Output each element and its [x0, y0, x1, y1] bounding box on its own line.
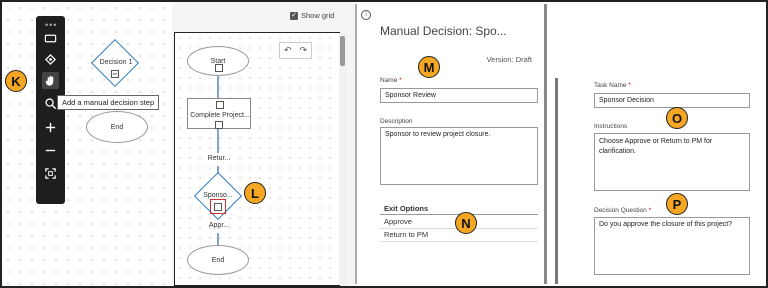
- name-label: Name *: [380, 77, 402, 84]
- end-node-label: End: [211, 256, 225, 264]
- required-marker: *: [399, 77, 402, 84]
- required-marker: *: [628, 82, 631, 89]
- minus-icon[interactable]: [42, 142, 59, 159]
- decision-question-label-text: Decision Question: [594, 207, 647, 214]
- fit-icon[interactable]: [42, 165, 59, 182]
- exit-option-approve[interactable]: Approve: [384, 217, 412, 226]
- callout-p: P: [666, 193, 688, 215]
- name-input[interactable]: Sponsor Review: [380, 88, 538, 103]
- panel-divider: [544, 4, 547, 284]
- panel-title: Manual Decision: Spo...: [380, 24, 507, 38]
- vertical-scrollbar[interactable]: [339, 33, 347, 285]
- plus-icon[interactable]: [42, 119, 59, 136]
- designer-canvas-right: ✓ Show grid ↶ ↷ Start Complete Project..…: [172, 2, 356, 286]
- user-task-icon: [216, 101, 224, 109]
- task-marker-icon: [215, 121, 223, 129]
- instructions-label: Instructions: [594, 123, 628, 130]
- description-textarea[interactable]: Sponsor to review project closure.: [380, 127, 538, 185]
- rectangle-icon[interactable]: [42, 30, 59, 47]
- info-icon[interactable]: i: [361, 10, 371, 20]
- task-details-panel: Task Name * Sponsor Decision Instruction…: [553, 2, 766, 286]
- palette-toolbar: •••: [36, 16, 65, 204]
- callout-l: L: [244, 182, 266, 204]
- decision-marker-icon[interactable]: [214, 203, 222, 211]
- version-label: Version: Draft: [486, 55, 532, 64]
- decision-marker-icon: [111, 70, 119, 78]
- decision-question-textarea[interactable]: Do you approve the closure of this proje…: [594, 217, 750, 275]
- designer-canvas-left[interactable]: ••• Add a manual decision step Decision …: [2, 2, 170, 286]
- decision-icon[interactable]: [42, 51, 59, 68]
- task-name-label: Task Name *: [594, 82, 631, 89]
- scrollbar-thumb[interactable]: [340, 36, 345, 66]
- required-marker: *: [648, 207, 652, 214]
- undo-icon[interactable]: ↶: [284, 45, 292, 56]
- sponsor-node-label: Sponso...: [203, 192, 233, 199]
- callout-m: M: [418, 56, 440, 78]
- flow-canvas[interactable]: ↶ ↷ Start Complete Project... Retur... S…: [174, 32, 340, 286]
- task-name-label-text: Task Name: [594, 82, 627, 89]
- callout-n: N: [455, 212, 477, 234]
- exit-options-title: Exit Options: [384, 204, 429, 213]
- return-edge-label: Retur...: [207, 155, 231, 162]
- decision-question-label: Decision Question *: [594, 207, 651, 214]
- callout-o: O: [666, 107, 688, 129]
- task-node-label: Complete Project...: [190, 112, 250, 119]
- checkbox-checked-icon[interactable]: ✓: [290, 11, 298, 20]
- show-grid-toggle[interactable]: ✓ Show grid: [290, 11, 334, 20]
- connector: [217, 233, 219, 245]
- panel-divider: [355, 4, 357, 284]
- end-node[interactable]: End: [187, 245, 249, 275]
- end-node-label: End: [110, 123, 124, 131]
- redo-icon[interactable]: ↷: [299, 45, 307, 56]
- tooltip: Add a manual decision step: [57, 95, 160, 110]
- properties-panel: i Manual Decision: Spo... Version: Draft…: [358, 2, 544, 286]
- hand-icon[interactable]: [42, 72, 59, 89]
- connector: [217, 129, 219, 153]
- divider: [380, 241, 538, 242]
- start-marker-icon: [215, 64, 223, 72]
- drag-grip-icon[interactable]: •••: [45, 20, 57, 30]
- instructions-textarea[interactable]: Choose Approve or Return to PM for clari…: [594, 133, 750, 191]
- show-grid-label: Show grid: [301, 11, 335, 20]
- undo-redo-controls: ↶ ↷: [279, 42, 312, 59]
- connector: [217, 76, 219, 98]
- name-label-text: Name: [380, 77, 398, 84]
- exit-option-return[interactable]: Return to PM: [384, 230, 428, 239]
- task-name-input[interactable]: Sponsor Decision: [594, 93, 750, 108]
- description-label: Description: [380, 118, 413, 125]
- panel-edge: [555, 78, 558, 284]
- callout-k: K: [5, 70, 27, 92]
- approve-edge-label: Appr...: [208, 222, 230, 229]
- decision-node-label: Decision 1: [99, 59, 133, 66]
- end-node[interactable]: End: [86, 111, 148, 143]
